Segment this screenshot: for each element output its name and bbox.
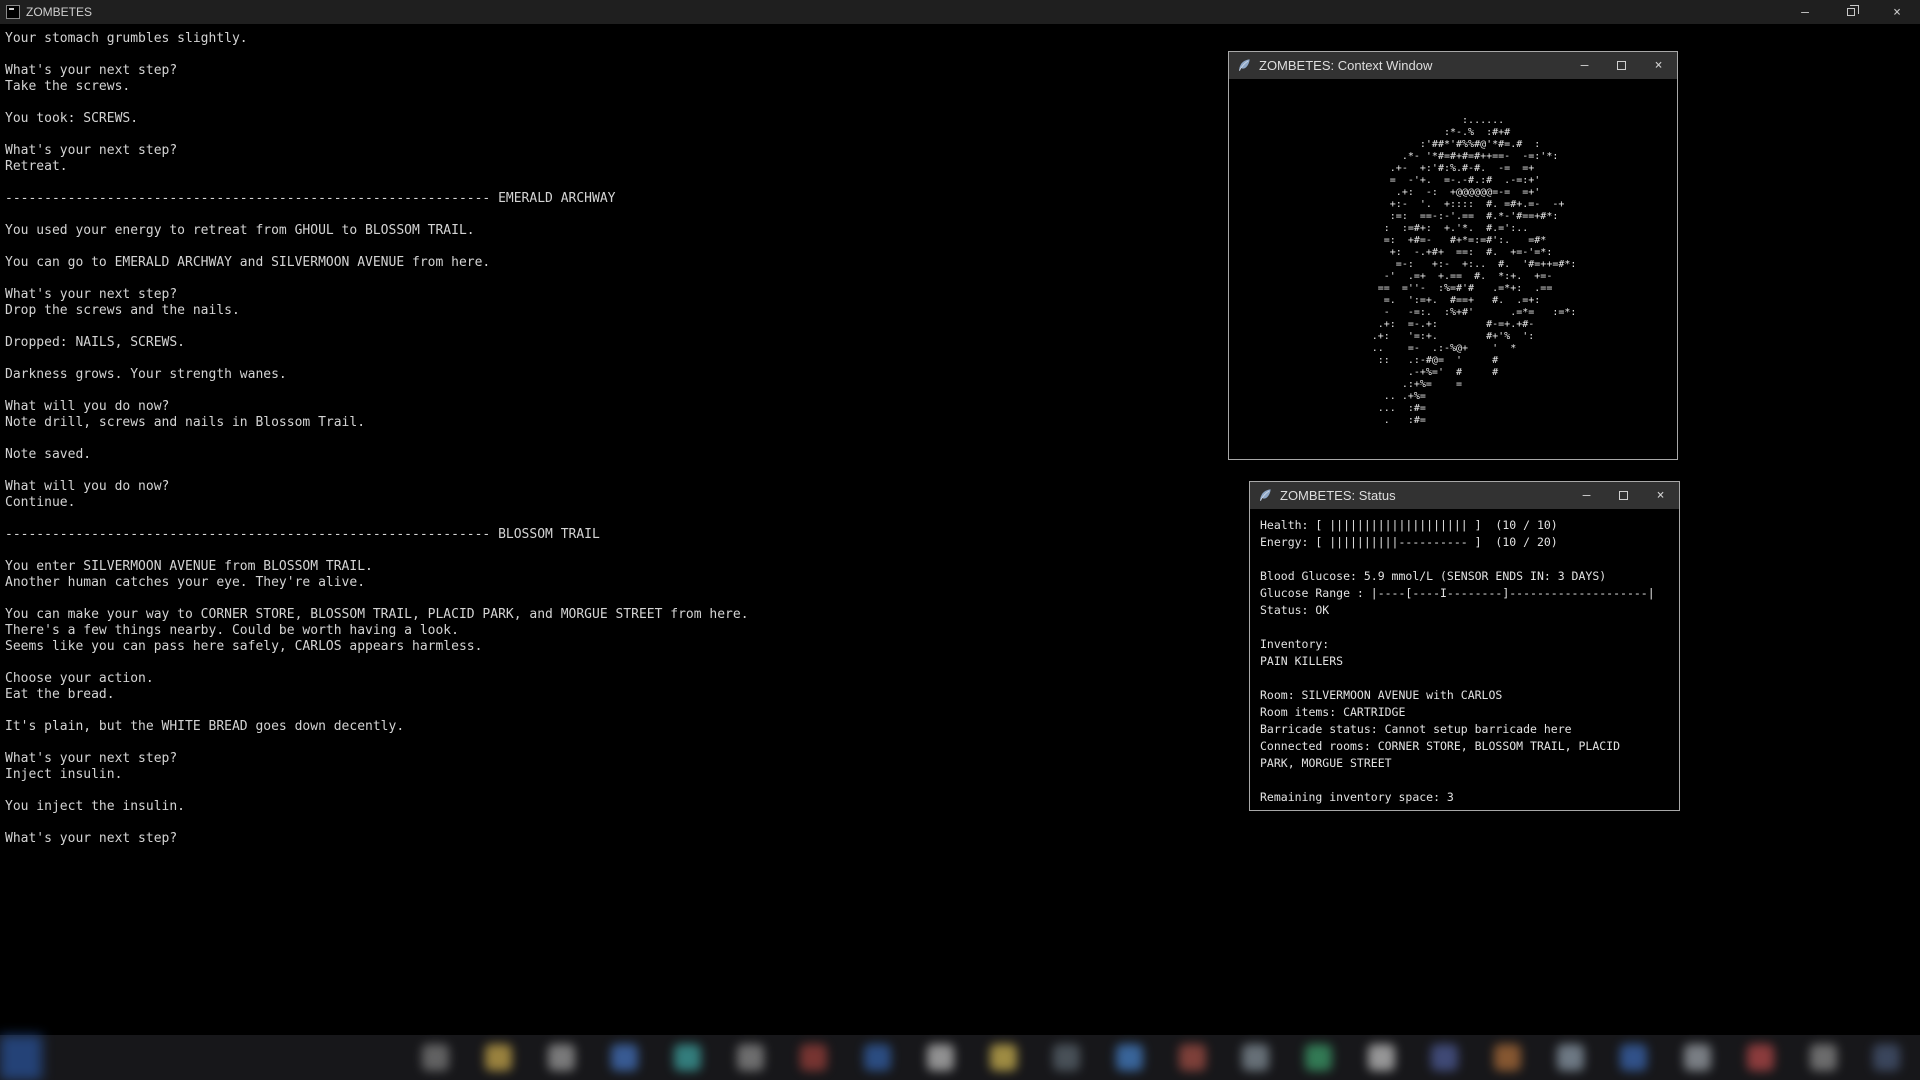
main-titlebar[interactable]: ZOMBETES – × <box>0 0 1920 24</box>
taskbar-icons <box>422 1044 1900 1071</box>
minimize-button[interactable]: – <box>1568 482 1605 509</box>
taskbar-icon[interactable] <box>1053 1044 1080 1071</box>
taskbar-icon[interactable] <box>1810 1044 1837 1071</box>
minimize-button[interactable]: – <box>1566 52 1603 79</box>
ascii-art: :...... :*-.% :#+# :'##*'#%%#@'*#=.# : .… <box>1330 115 1577 460</box>
restore-button[interactable] <box>1828 0 1874 24</box>
feather-icon <box>1237 58 1252 73</box>
status-window-controls: – × <box>1568 482 1679 509</box>
taskbar-icon[interactable] <box>1368 1044 1395 1071</box>
maximize-button[interactable] <box>1603 52 1640 79</box>
taskbar-icon[interactable] <box>800 1044 827 1071</box>
close-button[interactable]: × <box>1874 0 1920 24</box>
minimize-button[interactable]: – <box>1782 0 1828 24</box>
taskbar-icon[interactable] <box>1557 1044 1584 1071</box>
taskbar-icon[interactable] <box>1431 1044 1458 1071</box>
close-button[interactable]: × <box>1640 52 1677 79</box>
console-app-icon <box>6 5 20 19</box>
restore-icon <box>1847 8 1855 16</box>
taskbar <box>0 1035 1920 1080</box>
taskbar-icon[interactable] <box>422 1044 449 1071</box>
taskbar-icon[interactable] <box>611 1044 638 1071</box>
status-window-title: ZOMBETES: Status <box>1280 488 1396 503</box>
main-window-controls: – × <box>1782 0 1920 24</box>
taskbar-icon[interactable] <box>927 1044 954 1071</box>
context-window-controls: – × <box>1566 52 1677 79</box>
context-window-body: :...... :*-.% :#+# :'##*'#%%#@'*#=.# : .… <box>1229 79 1677 460</box>
context-window-title: ZOMBETES: Context Window <box>1259 58 1432 73</box>
taskbar-icon[interactable] <box>1179 1044 1206 1071</box>
main-window-title: ZOMBETES <box>26 5 92 19</box>
taskbar-icon[interactable] <box>1305 1044 1332 1071</box>
taskbar-icon[interactable] <box>1873 1044 1900 1071</box>
maximize-icon <box>1617 61 1626 70</box>
taskbar-icon[interactable] <box>674 1044 701 1071</box>
status-window-body: Health: [ |||||||||||||||||||| ] (10 / 1… <box>1250 509 1679 811</box>
taskbar-icon[interactable] <box>485 1044 512 1071</box>
maximize-icon <box>1619 491 1628 500</box>
taskbar-icon[interactable] <box>548 1044 575 1071</box>
taskbar-icon[interactable] <box>1620 1044 1647 1071</box>
status-readout: Health: [ |||||||||||||||||||| ] (10 / 1… <box>1250 509 1679 811</box>
taskbar-icon[interactable] <box>1494 1044 1521 1071</box>
status-window-titlebar[interactable]: ZOMBETES: Status – × <box>1250 482 1679 509</box>
feather-icon <box>1258 488 1273 503</box>
context-window: ZOMBETES: Context Window – × :...... :*-… <box>1228 51 1678 460</box>
close-button[interactable]: × <box>1642 482 1679 509</box>
start-button[interactable] <box>0 1035 42 1080</box>
taskbar-icon[interactable] <box>737 1044 764 1071</box>
taskbar-icon[interactable] <box>864 1044 891 1071</box>
taskbar-icon[interactable] <box>1747 1044 1774 1071</box>
taskbar-icon[interactable] <box>990 1044 1017 1071</box>
maximize-button[interactable] <box>1605 482 1642 509</box>
status-window: ZOMBETES: Status – × Health: [ |||||||||… <box>1249 481 1680 811</box>
taskbar-icon[interactable] <box>1116 1044 1143 1071</box>
context-window-titlebar[interactable]: ZOMBETES: Context Window – × <box>1229 52 1677 79</box>
taskbar-icon[interactable] <box>1684 1044 1711 1071</box>
taskbar-icon[interactable] <box>1242 1044 1269 1071</box>
